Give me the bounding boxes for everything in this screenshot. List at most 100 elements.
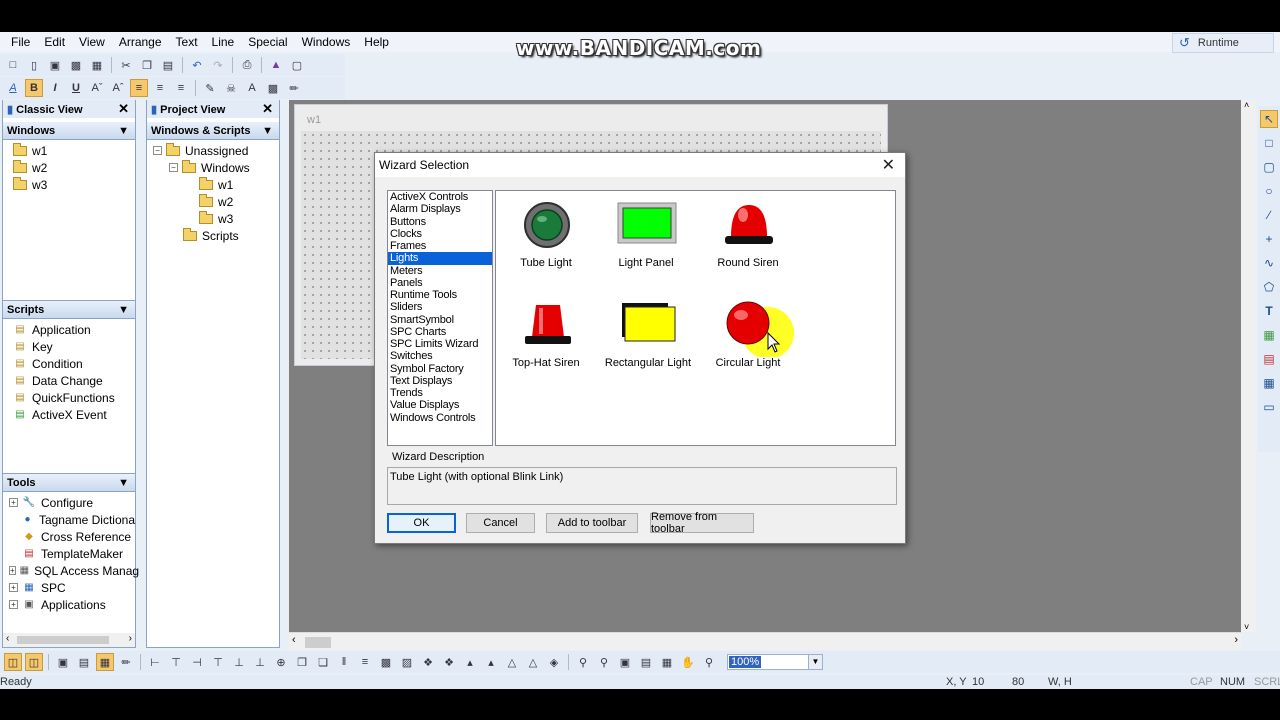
ellipse-icon[interactable]: ○ <box>1260 182 1278 200</box>
rounded-rectangle-icon[interactable]: ▢ <box>1260 158 1278 176</box>
category-item[interactable]: SPC Limits Wizard <box>388 338 492 350</box>
break-cell-icon[interactable]: ▨ <box>398 653 416 671</box>
menu-line[interactable]: Line <box>205 35 242 49</box>
print-icon[interactable]: ⎙ <box>238 56 256 74</box>
menu-arrange[interactable]: Arrange <box>112 35 169 49</box>
scroll-left-icon[interactable]: ‹ <box>6 633 9 644</box>
tool-sql-access-manager[interactable]: + ▦ SQL Access Manag <box>9 562 139 579</box>
space-horizontal-icon[interactable]: ‖ <box>335 653 353 671</box>
tool-cross-reference[interactable]: ◆ Cross Reference <box>9 528 135 545</box>
expand-icon[interactable]: + <box>9 583 18 592</box>
category-item[interactable]: Windows Controls <box>388 412 492 424</box>
expand-icon[interactable]: + <box>9 600 18 609</box>
line-icon[interactable]: ∕ <box>1260 206 1278 224</box>
text-icon[interactable]: T <box>1260 302 1278 320</box>
new-icon[interactable]: □ <box>4 56 22 74</box>
category-item[interactable]: Frames <box>388 240 492 252</box>
category-item[interactable]: Alarm Displays <box>388 203 492 215</box>
paste-icon[interactable]: ▤ <box>159 56 177 74</box>
tree-item-w2[interactable]: w2 <box>13 159 135 176</box>
hv-line-icon[interactable]: + <box>1260 230 1278 248</box>
italic-button[interactable]: I <box>46 79 64 97</box>
save-icon[interactable]: ▩ <box>67 56 85 74</box>
align-top-objects-icon[interactable]: ⊤ <box>209 653 227 671</box>
reshape-icon[interactable]: ◈ <box>545 653 563 671</box>
send-to-back-icon[interactable]: ❐ <box>293 653 311 671</box>
menu-view[interactable]: View <box>72 35 112 49</box>
category-item[interactable]: Symbol Factory <box>388 363 492 375</box>
pen-icon[interactable]: ✏ <box>285 79 303 97</box>
zoom-combobox[interactable]: 100% ▼ <box>727 654 823 670</box>
polyline-icon[interactable]: ∿ <box>1260 254 1278 272</box>
dialog-close-icon[interactable]: ✕ <box>882 155 895 175</box>
zoom-fit-icon[interactable]: ▣ <box>616 653 634 671</box>
align-left-objects-icon[interactable]: ⊢ <box>146 653 164 671</box>
space-vertical-icon[interactable]: ≡ <box>356 653 374 671</box>
category-item[interactable]: Runtime Tools <box>388 289 492 301</box>
category-item[interactable]: Text Displays <box>388 375 492 387</box>
frame-icon[interactable]: ▢ <box>288 56 306 74</box>
zoom-out-icon[interactable]: ⚲ <box>574 653 592 671</box>
script-activex-event[interactable]: ▤ ActiveX Event <box>13 406 135 423</box>
zoom-grid-icon[interactable]: ▦ <box>658 653 676 671</box>
tools-section-header[interactable]: Tools ▼ <box>3 474 135 492</box>
fill-color-icon[interactable]: ☠ <box>222 79 240 97</box>
scroll-down-icon[interactable]: ˅ <box>1244 622 1249 632</box>
tree-item-w1[interactable]: w1 <box>13 142 135 159</box>
script-application[interactable]: ▤ Application <box>13 321 135 338</box>
tree-item-windows[interactable]: − Windows <box>153 159 279 176</box>
scroll-left-icon[interactable]: ‹ <box>292 634 296 646</box>
align-center-objects-icon[interactable]: ⊤ <box>167 653 185 671</box>
runtime-button[interactable]: ↺ Runtime <box>1172 33 1274 53</box>
tree-item-scripts[interactable]: Scripts <box>153 227 279 244</box>
scroll-thumb[interactable] <box>305 637 331 648</box>
align-bottom-objects-icon[interactable]: ⊥ <box>251 653 269 671</box>
wizard-round-siren[interactable]: Round Siren <box>698 199 798 269</box>
chevron-down-icon[interactable]: ▼ <box>262 125 273 137</box>
wizard-top-hat-siren[interactable]: Top-Hat Siren <box>496 299 596 369</box>
underline-button[interactable]: U <box>67 79 85 97</box>
category-item[interactable]: Buttons <box>388 216 492 228</box>
tree-item-unassigned[interactable]: − Unassigned <box>153 142 279 159</box>
pan-hand-icon[interactable]: ✋ <box>679 653 697 671</box>
category-item[interactable]: Clocks <box>388 228 492 240</box>
bold-button[interactable]: B <box>25 79 43 97</box>
flip-vertical-icon[interactable]: △ <box>524 653 542 671</box>
line-color-icon[interactable]: ✎ <box>201 79 219 97</box>
category-item[interactable]: Meters <box>388 265 492 277</box>
window-color-icon[interactable]: ▩ <box>264 79 282 97</box>
button-icon[interactable]: ▭ <box>1260 398 1278 416</box>
tree-item-w3[interactable]: w3 <box>13 176 135 193</box>
grid-icon[interactable]: ▦ <box>96 653 114 671</box>
ok-button[interactable]: OK <box>387 513 456 533</box>
category-item-selected[interactable]: Lights <box>388 252 492 265</box>
rectangle-icon[interactable]: □ <box>1260 134 1278 152</box>
undo-icon[interactable]: ↶ <box>188 56 206 74</box>
scroll-up-icon[interactable]: ˄ <box>1244 100 1249 110</box>
scroll-thumb[interactable] <box>17 636 109 644</box>
chevron-down-icon[interactable]: ▼ <box>808 655 822 669</box>
tool-applications[interactable]: + ▣ Applications <box>9 596 135 613</box>
toggle-project-view-icon[interactable]: ◫ <box>25 653 43 671</box>
scroll-right-icon[interactable]: › <box>1234 634 1238 646</box>
wizard-icon[interactable]: ▲ <box>267 56 285 74</box>
align-centers-icon[interactable]: ⊕ <box>272 653 290 671</box>
workspace-hscrollbar[interactable]: ‹ › <box>289 632 1241 650</box>
script-quickfunctions[interactable]: ▤ QuickFunctions <box>13 389 135 406</box>
cut-icon[interactable]: ✂ <box>117 56 135 74</box>
rotate-left-icon[interactable]: ▴ <box>461 653 479 671</box>
expand-icon[interactable]: + <box>9 498 18 507</box>
open-icon[interactable]: ▯ <box>25 56 43 74</box>
flip-horizontal-icon[interactable]: △ <box>503 653 521 671</box>
zoom-selection-icon[interactable]: ▤ <box>637 653 655 671</box>
classic-view-close-icon[interactable]: ✕ <box>118 101 129 117</box>
remove-from-toolbar-button[interactable]: Remove from toolbar <box>650 511 754 535</box>
trend-icon[interactable]: ▤ <box>1260 350 1278 368</box>
category-item[interactable]: Switches <box>388 350 492 362</box>
wizard-category-list[interactable]: ActiveX Controls Alarm Displays Buttons … <box>387 190 493 446</box>
windows-section-header[interactable]: Windows ▼ <box>3 122 135 140</box>
cancel-button[interactable]: Cancel <box>466 513 535 533</box>
full-screen-icon[interactable]: ▣ <box>54 653 72 671</box>
pointer-icon[interactable]: ↖ <box>1260 110 1278 128</box>
font-smaller-icon[interactable]: Aˇ <box>88 79 106 97</box>
